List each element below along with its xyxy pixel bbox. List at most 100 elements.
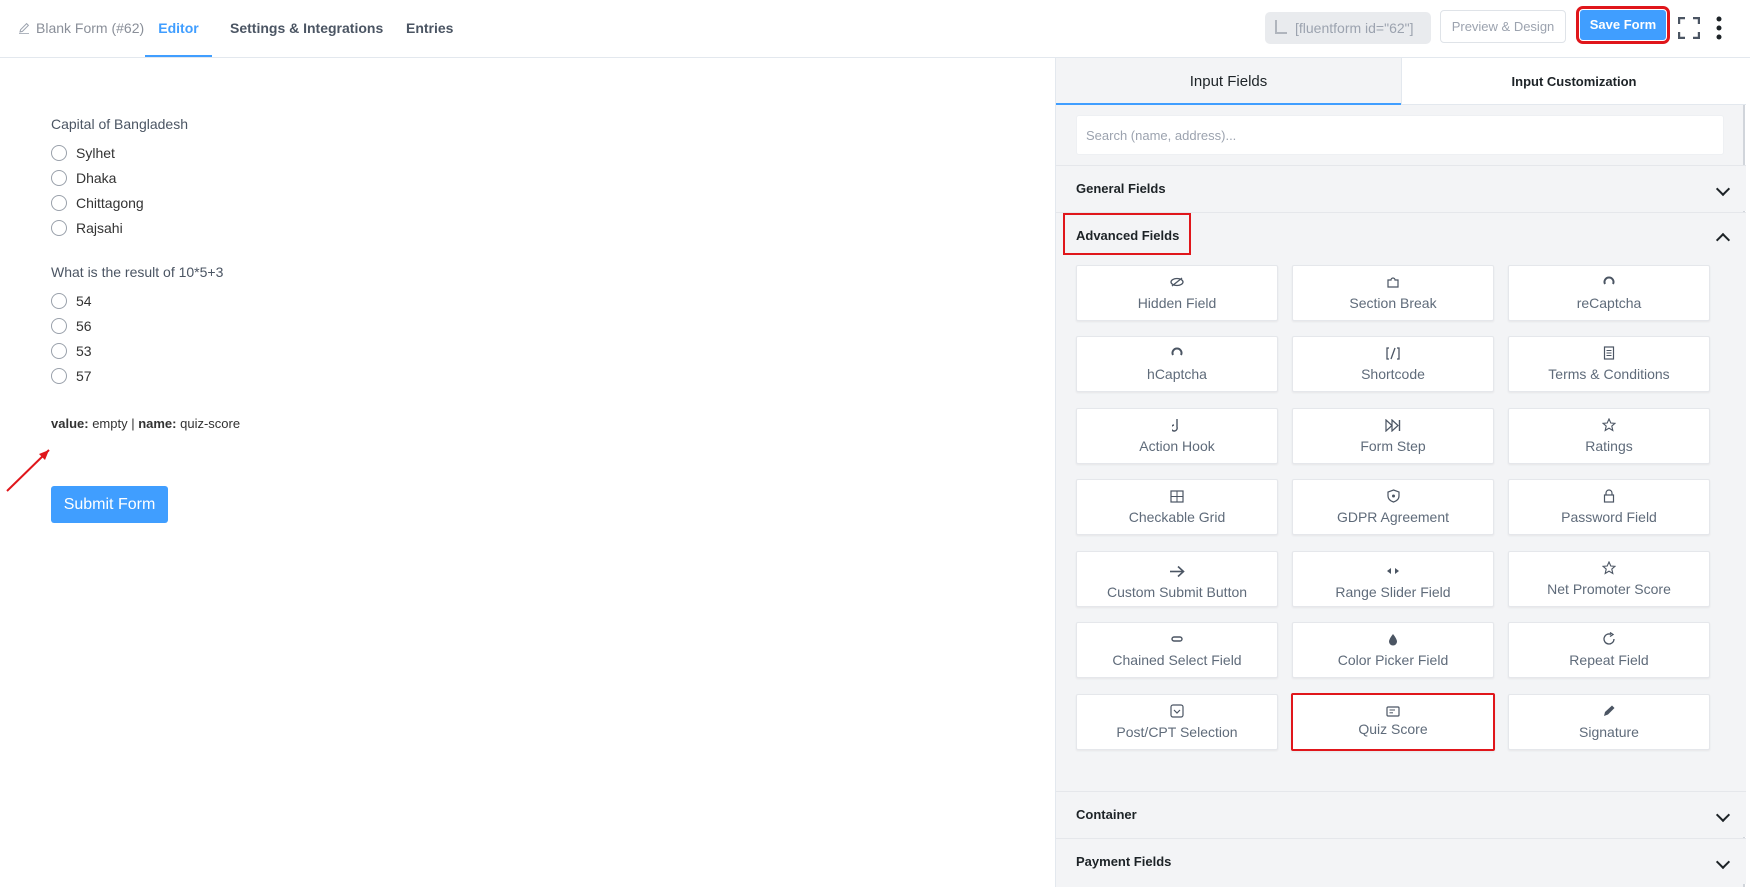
shortcode-icon (1385, 346, 1401, 360)
field-section-break[interactable]: Section Break (1292, 265, 1494, 321)
field-gdpr-agreement[interactable]: GDPR Agreement (1292, 479, 1494, 535)
field-label: Net Promoter Score (1547, 581, 1671, 597)
star-icon (1601, 418, 1617, 432)
field-label: Form Step (1360, 438, 1426, 454)
tab-settings-integrations[interactable]: Settings & Integrations (230, 0, 383, 57)
hook-icon (1169, 418, 1185, 432)
field-color-picker[interactable]: Color Picker Field (1292, 622, 1494, 678)
radio-label: 57 (76, 368, 92, 384)
chevron-down-icon (1715, 181, 1731, 197)
field-ratings[interactable]: Ratings (1508, 408, 1710, 464)
quiz-score-field[interactable]: value: empty | name: quiz-score (51, 416, 240, 431)
radio-option[interactable]: Dhaka (51, 170, 116, 186)
tab-entries[interactable]: Entries (406, 0, 453, 57)
post-select-icon (1169, 704, 1185, 718)
field-search-input[interactable]: Search (name, address)... (1076, 115, 1724, 155)
field-range-slider[interactable]: Range Slider Field (1292, 551, 1494, 607)
field-label: Quiz Score (1358, 721, 1428, 737)
field-action-hook[interactable]: Action Hook (1076, 408, 1278, 464)
eye-slash-icon (1169, 275, 1185, 289)
range-icon (1385, 564, 1401, 578)
link-icon (1169, 632, 1185, 646)
radio-circle[interactable] (51, 145, 67, 161)
field-post-cpt-selection[interactable]: Post/CPT Selection (1076, 694, 1278, 750)
fields-panel: Input Fields Input Customization Search … (1055, 58, 1746, 887)
radio-circle[interactable] (51, 368, 67, 384)
radio-option[interactable]: 56 (51, 318, 92, 334)
field-label: Range Slider Field (1335, 584, 1451, 600)
value-text: empty | (88, 416, 139, 431)
field-checkable-grid[interactable]: Checkable Grid (1076, 479, 1278, 535)
field-repeat[interactable]: Repeat Field (1508, 622, 1710, 678)
copy-icon (1275, 20, 1287, 34)
radio-circle[interactable] (51, 293, 67, 309)
field-recaptcha[interactable]: reCaptcha (1508, 265, 1710, 321)
radio-option[interactable]: Rajsahi (51, 220, 123, 236)
radio-label: Chittagong (76, 195, 144, 211)
field-shortcode[interactable]: Shortcode (1292, 336, 1494, 392)
shortcode-text: [fluentform id="62"] (1295, 20, 1414, 36)
radio-label: 56 (76, 318, 92, 334)
radio-circle[interactable] (51, 195, 67, 211)
fullscreen-icon[interactable] (1678, 17, 1700, 39)
section-general-fields[interactable]: General Fields (1056, 165, 1746, 211)
field-signature[interactable]: Signature (1508, 694, 1710, 750)
section-container[interactable]: Container (1056, 791, 1746, 837)
radio-circle[interactable] (51, 170, 67, 186)
radio-circle[interactable] (51, 220, 67, 236)
section-title: Container (1076, 807, 1137, 822)
radio-option[interactable]: Chittagong (51, 195, 144, 211)
step-forward-icon (1385, 418, 1401, 432)
section-payment-fields[interactable]: Payment Fields (1056, 838, 1746, 884)
chevron-up-icon (1715, 232, 1731, 248)
shortcode-copy[interactable]: [fluentform id="62"] (1265, 12, 1431, 44)
field-password[interactable]: Password Field (1508, 479, 1710, 535)
document-icon (1601, 346, 1617, 360)
field-label: Terms & Conditions (1548, 366, 1670, 382)
radio-option[interactable]: 54 (51, 293, 92, 309)
field-hcaptcha[interactable]: hCaptcha (1076, 336, 1278, 392)
field-custom-submit-button[interactable]: Custom Submit Button (1076, 551, 1278, 607)
field-form-step[interactable]: Form Step (1292, 408, 1494, 464)
submit-form-button[interactable]: Submit Form (51, 486, 168, 523)
radio-option[interactable]: 53 (51, 343, 92, 359)
field-label: Color Picker Field (1337, 652, 1449, 668)
tab-input-fields[interactable]: Input Fields (1056, 58, 1401, 105)
radio-circle[interactable] (51, 318, 67, 334)
field-terms-conditions[interactable]: Terms & Conditions (1508, 336, 1710, 392)
puzzle-icon (1385, 275, 1401, 289)
repeat-icon (1601, 632, 1617, 646)
tab-input-customization[interactable]: Input Customization (1401, 58, 1746, 105)
field-label: Password Field (1561, 509, 1657, 525)
radio-label: Dhaka (76, 170, 117, 186)
preview-design-button[interactable]: Preview & Design (1440, 10, 1566, 43)
save-form-button[interactable]: Save Form (1576, 6, 1670, 44)
section-title: General Fields (1076, 181, 1166, 196)
highlight-box (1063, 213, 1191, 255)
droplet-icon (1385, 632, 1401, 646)
field-label: reCaptcha (1576, 295, 1642, 311)
radio-label: Sylhet (76, 145, 115, 161)
chevron-down-icon (1715, 854, 1731, 870)
hcaptcha-icon (1169, 346, 1185, 360)
grid-icon (1169, 489, 1185, 503)
breadcrumb[interactable]: Blank Form (#62) (18, 20, 144, 36)
field-label: Hidden Field (1137, 295, 1217, 311)
radio-option[interactable]: 57 (51, 368, 92, 384)
radio-option[interactable]: Sylhet (51, 145, 115, 161)
radio-circle[interactable] (51, 343, 67, 359)
field-label: Signature (1579, 724, 1639, 740)
field-chained-select[interactable]: Chained Select Field (1076, 622, 1278, 678)
field-label: Custom Submit Button (1106, 584, 1248, 600)
field-label: GDPR Agreement (1336, 509, 1450, 525)
field-quiz-score[interactable]: Quiz Score (1291, 693, 1495, 751)
name-key: name: (138, 416, 177, 431)
field-net-promoter-score[interactable]: Net Promoter Score (1508, 551, 1710, 607)
field-label: Chained Select Field (1112, 652, 1242, 668)
annotation-arrow-icon (6, 449, 50, 492)
field-label: Shortcode (1361, 366, 1425, 382)
more-vertical-icon[interactable] (1716, 16, 1722, 40)
field-hidden[interactable]: Hidden Field (1076, 265, 1278, 321)
tab-editor[interactable]: Editor (145, 0, 212, 57)
radio-label: 54 (76, 293, 92, 309)
